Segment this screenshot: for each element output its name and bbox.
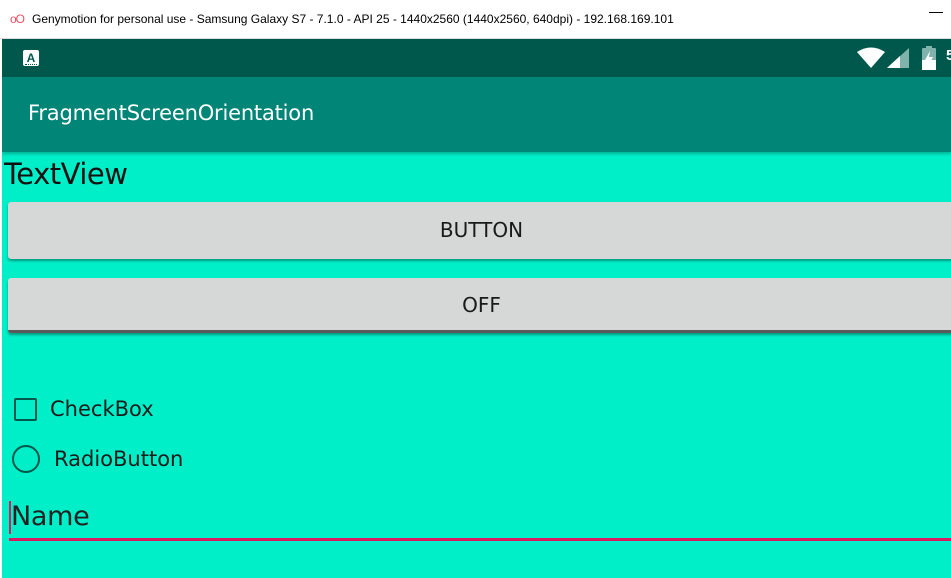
checkbox-label: CheckBox xyxy=(50,397,154,421)
genymotion-logo-icon: oO xyxy=(10,12,25,26)
radio-circle[interactable] xyxy=(12,445,40,473)
minimize-icon[interactable] xyxy=(929,12,943,13)
toggle-indicator xyxy=(8,330,951,333)
signal-icon xyxy=(887,48,909,68)
main-button[interactable]: BUTTON xyxy=(8,202,951,259)
window-title: Genymotion for personal use - Samsung Ga… xyxy=(32,12,674,26)
text-cursor xyxy=(9,501,11,534)
window-titlebar: oO Genymotion for personal use - Samsung… xyxy=(0,0,951,39)
app-bar: FragmentScreenOrientation xyxy=(2,77,951,152)
name-input-hint: Name xyxy=(11,501,90,532)
device-screen: A 5 FragmentScreenOrientation TextView B… xyxy=(2,39,951,578)
genymotion-window: oO Genymotion for personal use - Samsung… xyxy=(0,0,951,578)
a-keyboard-icon: A xyxy=(23,50,39,66)
status-clipped-text: 5 xyxy=(946,47,951,64)
toggle-button[interactable]: OFF xyxy=(8,278,951,333)
name-input[interactable]: Name xyxy=(9,497,951,541)
checkbox-box[interactable] xyxy=(14,397,37,421)
name-input-underline xyxy=(9,538,951,541)
notification-dots xyxy=(25,63,37,65)
toggle-button-label: OFF xyxy=(462,293,501,317)
status-bar: A 5 xyxy=(2,39,951,77)
checkbox[interactable]: CheckBox xyxy=(14,394,154,424)
app-title: FragmentScreenOrientation xyxy=(28,101,315,125)
textview-label: TextView xyxy=(4,157,128,191)
battery-charging-icon xyxy=(922,46,936,70)
fragment-content: TextView BUTTON OFF CheckBox RadioButton… xyxy=(2,152,951,578)
wifi-icon xyxy=(857,47,885,68)
radio-button[interactable]: RadioButton xyxy=(12,443,183,475)
radio-label: RadioButton xyxy=(54,447,184,471)
